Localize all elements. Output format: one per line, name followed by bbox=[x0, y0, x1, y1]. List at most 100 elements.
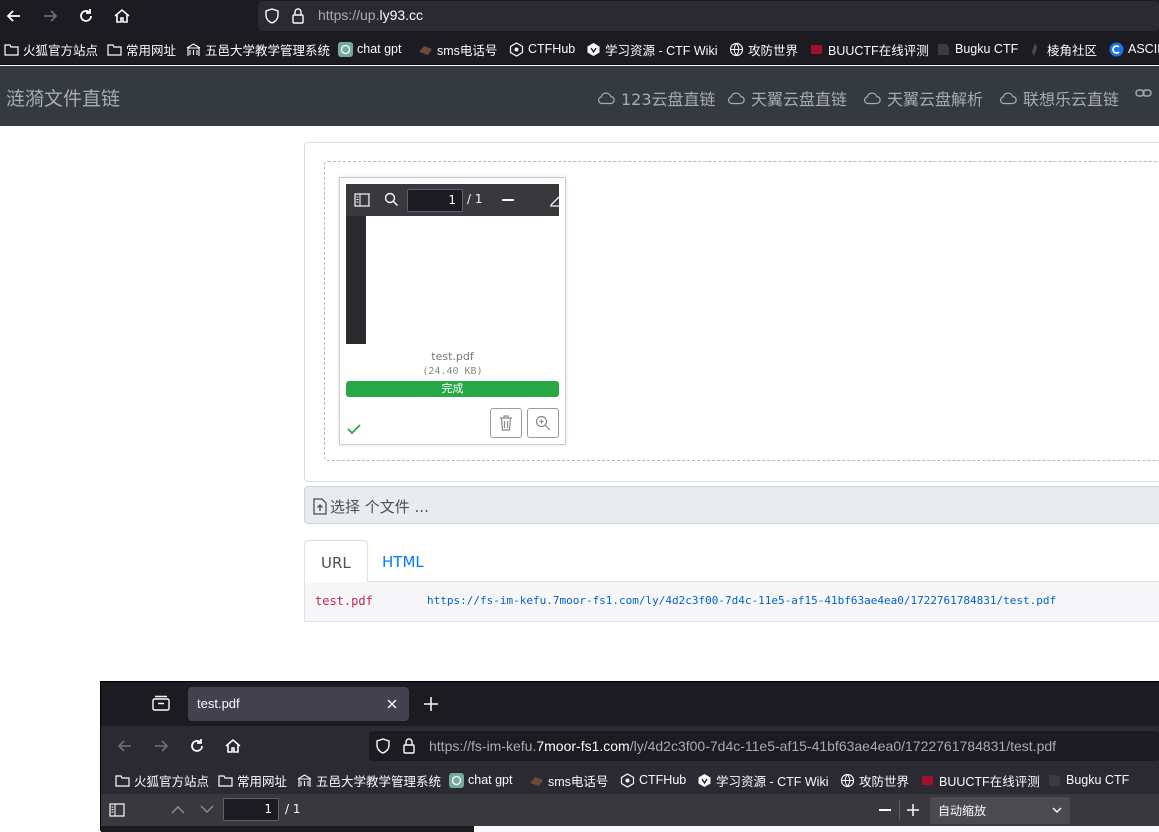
page-number-input-2[interactable]: 1 bbox=[223, 798, 279, 821]
bookmark-chatgpt[interactable]: chat gpt bbox=[449, 772, 512, 788]
bookmark-label: 五邑大学教学管理系统 bbox=[316, 774, 442, 789]
bookmark-buuctf[interactable]: BUUCTF在线评测 bbox=[809, 41, 929, 58]
bookmark-label: sms电话号 bbox=[437, 43, 498, 58]
reload-icon[interactable] bbox=[187, 736, 207, 756]
tab-strip: test.pdf bbox=[101, 682, 1159, 726]
address-bar-2[interactable]: https://fs-im-kefu.7moor-fs1.com/ly/4d2c… bbox=[369, 731, 1159, 761]
zoom-select[interactable]: 自动缩放 bbox=[930, 797, 1070, 824]
zoom-out-icon[interactable] bbox=[502, 199, 514, 201]
result-file-url[interactable]: https://fs-im-kefu.7moor-fs1.com/ly/4d2c… bbox=[427, 594, 1056, 607]
folder-icon bbox=[115, 774, 130, 787]
bookmark-folder-common[interactable]: 常用网址 bbox=[107, 41, 176, 58]
bookmark-label: 学习资源 - CTF Wiki bbox=[716, 774, 829, 789]
lock-icon[interactable] bbox=[402, 737, 416, 755]
site-brand[interactable]: 涟漪文件直链 bbox=[6, 84, 120, 111]
tab-url[interactable]: URL bbox=[304, 540, 368, 583]
trash-icon bbox=[500, 415, 512, 431]
bookmark-ctfhub[interactable]: CTFHub bbox=[509, 41, 575, 57]
pen-icon[interactable] bbox=[549, 193, 559, 207]
file-input-bar[interactable]: 选择 个文件 ... bbox=[304, 486, 1159, 524]
nav-link-lenovo[interactable]: 联想乐云直链 bbox=[999, 86, 1119, 110]
bookmark-folder-common[interactable]: 常用网址 bbox=[218, 772, 287, 789]
tab-html[interactable]: HTML bbox=[366, 540, 440, 582]
ctfwiki-icon bbox=[587, 42, 600, 56]
file-input-label[interactable]: 选择 个文件 ... bbox=[313, 496, 429, 517]
bookmark-sms[interactable]: sms电话号 bbox=[418, 41, 498, 58]
bookmark-folder-firefox[interactable]: 火狐官方站点 bbox=[4, 41, 99, 58]
shield-icon[interactable] bbox=[264, 8, 280, 24]
remove-file-button[interactable] bbox=[490, 408, 522, 438]
sidebar-toggle-icon[interactable] bbox=[354, 193, 370, 207]
bookmark-adworld[interactable]: 攻防世界 bbox=[729, 41, 799, 58]
folder-icon bbox=[107, 43, 122, 56]
nav-link-tianyi-direct[interactable]: 天翼云盘直链 bbox=[727, 86, 847, 110]
address-bar[interactable]: https://up.ly93.cc bbox=[258, 1, 1159, 31]
reload-icon[interactable] bbox=[76, 6, 96, 26]
chatgpt-icon bbox=[338, 41, 353, 57]
buuctf-icon bbox=[922, 775, 933, 785]
link-icon bbox=[1135, 89, 1152, 97]
browser-tab-test-pdf[interactable]: test.pdf bbox=[188, 687, 409, 721]
url-text-2[interactable]: https://fs-im-kefu.7moor-fs1.com/ly/4d2c… bbox=[429, 738, 1056, 754]
back-arrow-icon[interactable] bbox=[115, 736, 135, 756]
bookmark-ascii[interactable]: ASCII bbox=[1109, 41, 1159, 57]
lock-icon[interactable] bbox=[291, 7, 305, 25]
bookmark-buuctf[interactable]: BUUCTF在线评测 bbox=[920, 772, 1040, 789]
nav-link-123pan[interactable]: 123云盘直链 bbox=[597, 86, 716, 110]
bookmark-ctfwiki[interactable]: 学习资源 - CTF Wiki bbox=[586, 41, 718, 58]
bookmark-chatgpt[interactable]: chat gpt bbox=[338, 41, 401, 57]
cloud-icon bbox=[597, 92, 615, 105]
nav-link-label: 天翼云盘直链 bbox=[751, 90, 848, 109]
sidebar-toggle-icon[interactable] bbox=[109, 803, 125, 817]
bookmark-bugku[interactable]: Bugku CTF bbox=[936, 41, 1018, 57]
close-tab-icon[interactable] bbox=[387, 699, 397, 709]
bookmarks-toolbar-2: 火狐官方站点 常用网址 五邑大学教学管理系统 chat gpt sms电话号 C… bbox=[101, 766, 1159, 794]
next-page-icon[interactable] bbox=[200, 805, 214, 814]
bookmark-bugku[interactable]: Bugku CTF bbox=[1047, 772, 1129, 788]
nav-link-tianyi-parse[interactable]: 天翼云盘解析 bbox=[863, 86, 983, 110]
url-scheme: https://up. bbox=[318, 7, 380, 23]
zoom-in-icon[interactable] bbox=[907, 804, 919, 816]
folder-icon bbox=[4, 43, 19, 56]
bookmark-folder-firefox[interactable]: 火狐官方站点 bbox=[115, 772, 210, 789]
search-icon[interactable] bbox=[384, 192, 399, 207]
bookmark-ctfwiki[interactable]: 学习资源 - CTF Wiki bbox=[697, 772, 829, 789]
shield-icon[interactable] bbox=[375, 738, 391, 754]
url-domain: ly93.cc bbox=[379, 7, 424, 23]
chatgpt-icon bbox=[449, 772, 464, 788]
home-icon[interactable] bbox=[223, 736, 243, 756]
pdf-viewer-toolbar: 1 / 1 bbox=[346, 184, 559, 216]
new-tab-icon[interactable] bbox=[424, 697, 438, 711]
forward-arrow-icon[interactable] bbox=[151, 736, 171, 756]
bookmark-adworld[interactable]: 攻防世界 bbox=[840, 772, 909, 789]
bookmark-label: 学习资源 - CTF Wiki bbox=[605, 43, 718, 58]
pdf-viewer-page bbox=[346, 216, 559, 344]
bookmark-label: chat gpt bbox=[357, 42, 402, 56]
file-input-text: 选择 个文件 ... bbox=[330, 498, 429, 516]
ctfwiki-icon bbox=[698, 773, 711, 787]
bookmark-wyu[interactable]: 五邑大学教学管理系统 bbox=[297, 772, 442, 789]
previous-page-icon[interactable] bbox=[171, 805, 185, 814]
bookmark-label: BUUCTF在线评测 bbox=[939, 774, 1040, 789]
tab-overview-icon[interactable] bbox=[152, 695, 170, 711]
url-text[interactable]: https://up.ly93.cc bbox=[318, 7, 423, 23]
bookmark-label: 火狐官方站点 bbox=[23, 43, 99, 58]
page-number-input[interactable]: 1 bbox=[407, 189, 463, 212]
forward-arrow-icon[interactable] bbox=[40, 6, 60, 26]
back-arrow-icon[interactable] bbox=[4, 6, 24, 26]
url-scheme: https://fs-im-kefu. bbox=[429, 738, 537, 754]
bookmark-ctfhub[interactable]: CTFHub bbox=[620, 772, 686, 788]
ctfhub-icon bbox=[509, 41, 524, 57]
bookmark-label: 火狐官方站点 bbox=[134, 774, 210, 789]
bookmark-wyu[interactable]: 五邑大学教学管理系统 bbox=[186, 41, 330, 58]
zoom-out-icon[interactable] bbox=[879, 809, 891, 811]
lengjiao-icon bbox=[1032, 42, 1037, 56]
bookmark-label: Bugku CTF bbox=[1066, 773, 1130, 787]
nav-link-more[interactable] bbox=[1135, 86, 1153, 100]
bookmark-label: 攻防世界 bbox=[748, 43, 799, 58]
bookmark-sms[interactable]: sms电话号 bbox=[529, 772, 608, 789]
zoom-preview-button[interactable] bbox=[527, 408, 559, 438]
home-icon[interactable] bbox=[112, 6, 132, 26]
bookmark-lengjiao[interactable]: 棱角社区 bbox=[1028, 41, 1097, 58]
nav-link-label: 天翼云盘解析 bbox=[887, 90, 984, 109]
